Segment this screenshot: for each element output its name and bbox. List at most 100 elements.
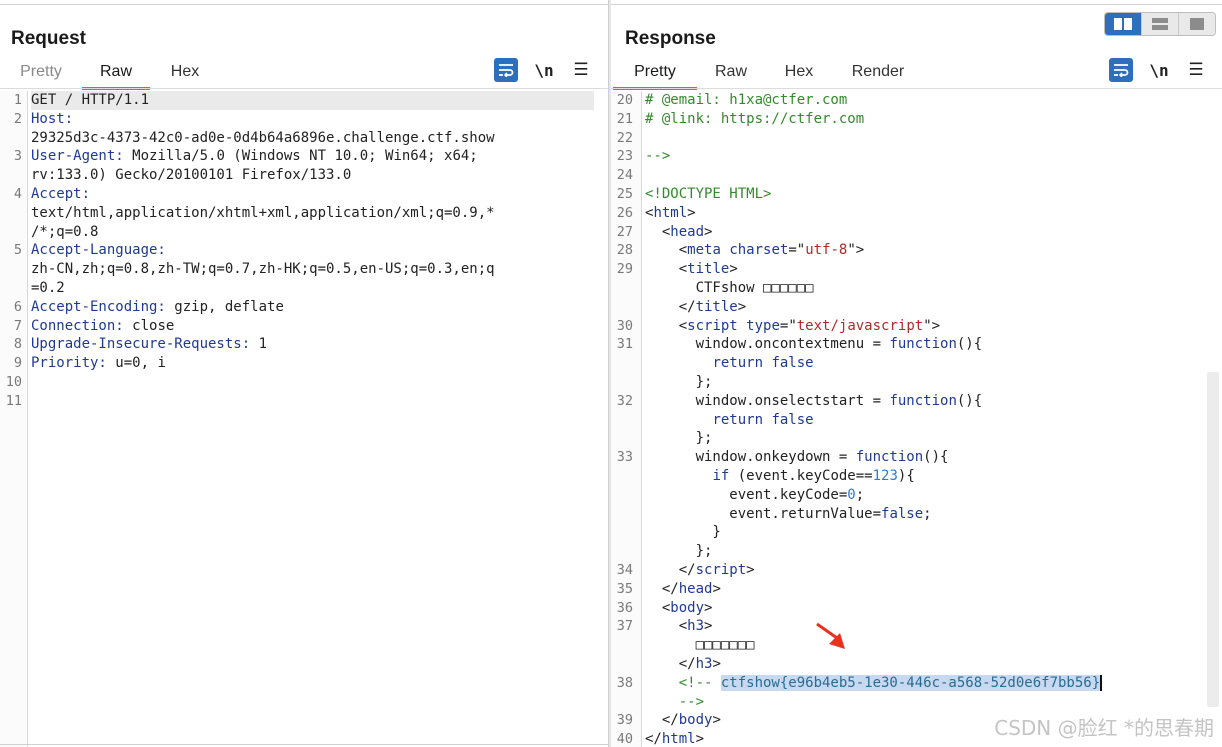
request-title: Request	[11, 28, 86, 49]
code-token: >	[704, 599, 713, 616]
code-token: zh-CN,zh;q=0.8,zh-TW;q=0.7,zh-HK;q=0.5,e…	[31, 261, 495, 278]
code-token: <!DOCTYPE HTML>	[645, 186, 772, 202]
newline-toggle[interactable]: \n	[532, 58, 556, 82]
code-line: 34 </script>	[611, 561, 1222, 580]
code-token: script	[687, 317, 747, 334]
code-token: ){	[897, 468, 915, 484]
line-text: Accept-Language:	[31, 241, 166, 260]
line-text: <meta charset="utf-8">	[645, 241, 865, 260]
line-text: Host:	[31, 110, 73, 129]
response-tab-render[interactable]: Render	[833, 60, 923, 87]
line-text: Accept-Encoding: gzip, deflate	[31, 298, 284, 317]
single-pane-icon[interactable]	[1178, 13, 1215, 35]
code-token: ">	[847, 242, 865, 259]
code-line: </title>	[611, 298, 1222, 317]
code-token: window.oncontextmenu =	[645, 336, 890, 353]
request-tab-raw[interactable]: Raw	[82, 60, 150, 90]
word-wrap-icon[interactable]	[1109, 58, 1133, 82]
menu-icon[interactable]: ☰	[1184, 58, 1208, 82]
line-number: 3	[13, 148, 22, 165]
code-token: CTFshow □□□□□□	[645, 280, 814, 296]
code-token: (){	[956, 336, 983, 353]
code-line: 35 </head>	[611, 580, 1222, 599]
code-token: <	[645, 242, 688, 259]
code-token: text/html,application/xhtml+xml,applicat…	[31, 204, 495, 221]
code-token: head	[670, 223, 705, 240]
line-text: -->	[645, 693, 704, 712]
response-tab-raw[interactable]: Raw	[697, 60, 765, 87]
code-line: 23 -->	[611, 147, 1222, 166]
watermark: CSDN @脸红 *的思春期	[994, 716, 1214, 740]
split-horizontal-icon[interactable]	[1105, 13, 1141, 35]
code-line: 27 <head>	[611, 223, 1222, 242]
code-token: function	[889, 336, 957, 353]
line-text: rv:133.0) Gecko/20100101 Firefox/133.0	[31, 166, 351, 185]
response-editor[interactable]: 20 # @email: h1xa@ctfer.com 21 # @link: htt…	[611, 91, 1222, 747]
code-token: (event.keyCode==	[729, 468, 873, 484]
code-token: </	[645, 712, 679, 729]
code-line: 37 <h3>	[611, 617, 1222, 636]
line-number: 37	[616, 618, 633, 635]
line-text: window.onkeydown = function(){	[645, 448, 949, 467]
line-text: Connection: close	[31, 317, 174, 336]
line-number: 11	[5, 392, 22, 409]
line-number: 30	[616, 317, 633, 334]
request-editor[interactable]: 1 GET / HTTP/1.1 2 Host: 29325d3c-4373-42c0-…	[0, 91, 608, 747]
code-token: >	[712, 656, 721, 672]
line-text: };	[645, 373, 713, 392]
split-vertical-icon[interactable]	[1141, 13, 1178, 35]
code-token: function	[855, 449, 924, 466]
request-tab-divider	[0, 88, 608, 89]
line-text: </head>	[645, 580, 721, 599]
code-token: </	[645, 298, 696, 315]
line-number: 38	[616, 674, 633, 691]
request-tab-pretty[interactable]: Pretty	[0, 60, 82, 87]
word-wrap-icon[interactable]	[494, 58, 518, 82]
code-token: -->	[645, 693, 705, 710]
code-token: event.keyCode=	[645, 486, 848, 503]
code-token: };	[645, 430, 713, 447]
code-token: window.onkeydown =	[645, 449, 856, 466]
code-line: 29325d3c-4373-42c0-ad0e-0d4b64a6896e.cha…	[0, 129, 608, 148]
code-token: if	[712, 468, 730, 484]
code-token: h3	[687, 618, 705, 635]
response-tab-pretty[interactable]: Pretty	[613, 60, 697, 90]
code-token: Accept:	[31, 186, 91, 202]
code-token: 123	[872, 468, 898, 484]
layout-toggle-group	[1104, 12, 1216, 36]
line-number: 1	[13, 92, 22, 108]
code-token: (){	[923, 449, 949, 466]
line-number: 21	[616, 110, 633, 127]
line-text: /*;q=0.8	[31, 223, 98, 242]
line-number: 28	[616, 242, 633, 259]
code-line: □□□□□□□	[611, 636, 1222, 655]
code-token: # @email: h1xa@ctfer.com	[645, 92, 848, 108]
code-token: <	[645, 261, 688, 278]
response-pane: Response Pretty Raw Hex Render \n ☰ 20 # …	[611, 0, 1222, 747]
code-token: h3	[695, 656, 713, 672]
code-token: >	[729, 261, 738, 278]
code-line: 36 <body>	[611, 599, 1222, 618]
line-number: 22	[616, 129, 633, 146]
code-line: </h3>	[611, 655, 1222, 674]
code-token: □□□□□□□	[645, 637, 755, 654]
request-bottom-border	[0, 744, 608, 745]
code-token: -->	[645, 148, 671, 165]
code-token: title	[687, 261, 730, 278]
line-text: }	[645, 523, 720, 542]
code-line: return false	[611, 354, 1222, 373]
line-number: 23	[616, 148, 633, 165]
response-tabs: Pretty Raw Hex Render	[611, 60, 923, 90]
response-tab-hex[interactable]: Hex	[765, 60, 833, 87]
code-token: ="	[788, 242, 806, 259]
code-token: Accept-Language:	[31, 242, 166, 259]
line-text: <h3>	[645, 617, 713, 636]
newline-toggle[interactable]: \n	[1147, 58, 1171, 82]
code-token: Upgrade-Insecure-Requests:	[31, 336, 259, 353]
response-scrollbar[interactable]	[1207, 372, 1219, 707]
code-line: return false	[611, 411, 1222, 430]
request-tab-hex[interactable]: Hex	[150, 60, 220, 87]
code-token: rv:133.0) Gecko/20100101 Firefox/133.0	[31, 167, 352, 184]
menu-icon[interactable]: ☰	[569, 58, 593, 82]
